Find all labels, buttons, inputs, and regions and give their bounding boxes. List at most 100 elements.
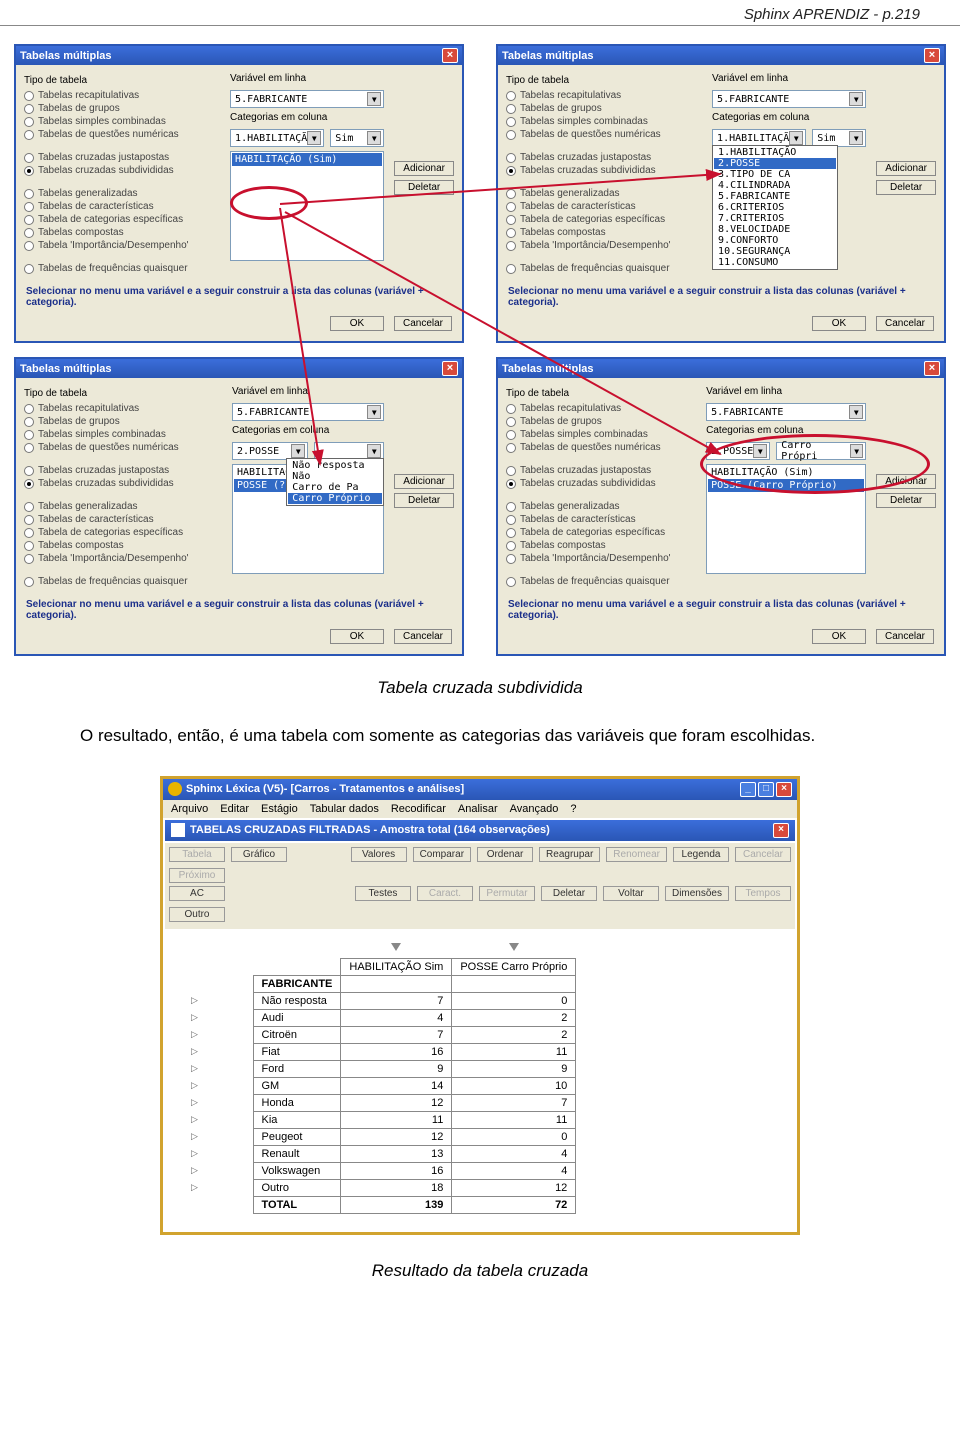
- radio-subdivididas[interactable]: Tabelas cruzadas subdivididas: [38, 165, 174, 176]
- radio-frequencias[interactable]: Tabelas de frequências quaisquer: [520, 263, 670, 274]
- list-item[interactable]: 10.SEGURANÇA: [714, 246, 836, 257]
- radio-numericas[interactable]: Tabelas de questões numéricas: [520, 442, 661, 453]
- close-icon[interactable]: ×: [442, 361, 458, 376]
- radio-recap[interactable]: Tabelas recapitulativas: [38, 90, 139, 101]
- radio-frequencias[interactable]: Tabelas de frequências quaisquer: [38, 576, 188, 587]
- radio-recap[interactable]: Tabelas recapitulativas: [38, 403, 139, 414]
- tb-permutar[interactable]: Permutar: [479, 886, 535, 901]
- listbox[interactable]: HABILITAÇÃO (Sim) POSSE (Carro Próprio): [706, 464, 866, 574]
- radio-categorias[interactable]: Tabela de categorias específicas: [520, 527, 665, 538]
- ok-button[interactable]: OK: [812, 629, 866, 644]
- close-icon[interactable]: ×: [442, 48, 458, 63]
- radio-categorias[interactable]: Tabela de categorias específicas: [38, 214, 183, 225]
- list-item[interactable]: 11.CONSUMO: [714, 257, 836, 268]
- dd-carro[interactable]: Carro Própri▼: [776, 442, 866, 460]
- radio-justapostas[interactable]: Tabelas cruzadas justapostas: [520, 465, 651, 476]
- tb-renomear[interactable]: Renomear: [606, 847, 667, 862]
- radio-justapostas[interactable]: Tabelas cruzadas justapostas: [38, 465, 169, 476]
- radio-impdesemp[interactable]: Tabela 'Importância/Desempenho': [38, 240, 189, 251]
- minimize-icon[interactable]: _: [740, 782, 756, 797]
- dropdown-open[interactable]: 1.HABILITAÇÃO 2.POSSE 3.TIPO DE CA 4.CIL…: [712, 145, 838, 270]
- dd-fabricante[interactable]: 5.FABRICANTE▼: [712, 90, 866, 108]
- list-item[interactable]: HABILITAÇÃO (Sim): [708, 466, 864, 479]
- list-item[interactable]: Carro de Pa: [288, 482, 382, 493]
- list-item[interactable]: 5.FABRICANTE: [714, 191, 836, 202]
- radio-generalizadas[interactable]: Tabelas generalizadas: [520, 188, 620, 199]
- sort-icon[interactable]: [391, 943, 401, 951]
- tb-testes[interactable]: Testes: [355, 886, 411, 901]
- ok-button[interactable]: OK: [330, 316, 384, 331]
- tb-voltar[interactable]: Voltar: [603, 886, 659, 901]
- menu-help[interactable]: ?: [570, 803, 576, 815]
- radio-compostas[interactable]: Tabelas compostas: [520, 227, 606, 238]
- radio-recap[interactable]: Tabelas recapitulativas: [520, 90, 621, 101]
- radio-numericas[interactable]: Tabelas de questões numéricas: [38, 129, 179, 140]
- tb-ordenar[interactable]: Ordenar: [477, 847, 533, 862]
- tb-reagrupar[interactable]: Reagrupar: [539, 847, 600, 862]
- radio-generalizadas[interactable]: Tabelas generalizadas: [38, 188, 138, 199]
- radio-subdivididas[interactable]: Tabelas cruzadas subdivididas: [520, 478, 656, 489]
- radio-generalizadas[interactable]: Tabelas generalizadas: [520, 501, 620, 512]
- radio-compostas[interactable]: Tabelas compostas: [38, 540, 124, 551]
- close-icon[interactable]: ×: [773, 823, 789, 838]
- menu-tabular[interactable]: Tabular dados: [310, 803, 379, 815]
- tb-deletar[interactable]: Deletar: [541, 886, 597, 901]
- tb-comparar[interactable]: Comparar: [413, 847, 471, 862]
- radio-grupos[interactable]: Tabelas de grupos: [38, 103, 120, 114]
- menu-recodificar[interactable]: Recodificar: [391, 803, 446, 815]
- listbox[interactable]: HABILITAÇÃO (Sim): [230, 151, 384, 261]
- add-button[interactable]: Adicionar: [394, 474, 454, 489]
- close-icon[interactable]: ×: [924, 48, 940, 63]
- list-item[interactable]: 3.TIPO DE CA: [714, 169, 836, 180]
- dropdown-open-2[interactable]: Não resposta Não Carro de Pa Carro Própr…: [286, 458, 384, 506]
- cancel-button[interactable]: Cancelar: [394, 316, 452, 331]
- radio-frequencias[interactable]: Tabelas de frequências quaisquer: [38, 263, 188, 274]
- tb-tabela[interactable]: Tabela: [169, 847, 225, 862]
- radio-simples[interactable]: Tabelas simples combinadas: [520, 116, 648, 127]
- radio-justapostas[interactable]: Tabelas cruzadas justapostas: [520, 152, 651, 163]
- radio-numericas[interactable]: Tabelas de questões numéricas: [520, 129, 661, 140]
- list-item[interactable]: 6.CRITERIOS: [714, 202, 836, 213]
- list-item[interactable]: Não: [288, 471, 382, 482]
- list-item[interactable]: 1.HABILITAÇÃO: [714, 147, 836, 158]
- list-item[interactable]: 4.CILINDRADA: [714, 180, 836, 191]
- list-item[interactable]: Carro Próprio: [288, 493, 382, 504]
- maximize-icon[interactable]: □: [758, 782, 774, 797]
- radio-caracteristicas[interactable]: Tabelas de características: [520, 514, 636, 525]
- radio-categorias[interactable]: Tabela de categorias específicas: [38, 527, 183, 538]
- radio-subdivididas[interactable]: Tabelas cruzadas subdivididas: [520, 165, 656, 176]
- radio-recap[interactable]: Tabelas recapitulativas: [520, 403, 621, 414]
- tb-valores[interactable]: Valores: [351, 847, 407, 862]
- radio-simples[interactable]: Tabelas simples combinadas: [38, 429, 166, 440]
- dd-sim[interactable]: Sim▼: [330, 129, 384, 147]
- radio-impdesemp[interactable]: Tabela 'Importância/Desempenho': [520, 240, 671, 251]
- radio-grupos[interactable]: Tabelas de grupos: [520, 416, 602, 427]
- list-item[interactable]: Não resposta: [288, 460, 382, 471]
- list-item[interactable]: 7.CRITERIOS: [714, 213, 836, 224]
- dd-fabricante[interactable]: 5.FABRICANTE▼: [706, 403, 866, 421]
- radio-compostas[interactable]: Tabelas compostas: [38, 227, 124, 238]
- tb-proximo[interactable]: Próximo: [169, 868, 225, 883]
- radio-categorias[interactable]: Tabela de categorias específicas: [520, 214, 665, 225]
- list-item[interactable]: POSSE (Carro Próprio): [708, 479, 864, 492]
- menu-arquivo[interactable]: Arquivo: [171, 803, 208, 815]
- tb-legenda[interactable]: Legenda: [673, 847, 729, 862]
- close-icon[interactable]: ×: [776, 782, 792, 797]
- list-item[interactable]: HABILITAÇÃO (Sim): [232, 153, 382, 166]
- add-button[interactable]: Adicionar: [876, 474, 936, 489]
- tb-dimensoes[interactable]: Dimensões: [665, 886, 729, 901]
- radio-compostas[interactable]: Tabelas compostas: [520, 540, 606, 551]
- delete-button[interactable]: Deletar: [876, 493, 936, 508]
- dd-posse[interactable]: 2.POSSE▼: [706, 442, 770, 460]
- radio-caracteristicas[interactable]: Tabelas de características: [520, 201, 636, 212]
- add-button[interactable]: Adicionar: [876, 161, 936, 176]
- dd-habil[interactable]: 1.HABILITAÇÃ▼: [230, 129, 324, 147]
- list-item[interactable]: 8.VELOCIDADE: [714, 224, 836, 235]
- ok-button[interactable]: OK: [330, 629, 384, 644]
- radio-grupos[interactable]: Tabelas de grupos: [520, 103, 602, 114]
- sort-icon[interactable]: [509, 943, 519, 951]
- dd-fabricante[interactable]: 5.FABRICANTE▼: [232, 403, 384, 421]
- radio-subdivididas[interactable]: Tabelas cruzadas subdivididas: [38, 478, 174, 489]
- tb-cancelar[interactable]: Cancelar: [735, 847, 791, 862]
- radio-generalizadas[interactable]: Tabelas generalizadas: [38, 501, 138, 512]
